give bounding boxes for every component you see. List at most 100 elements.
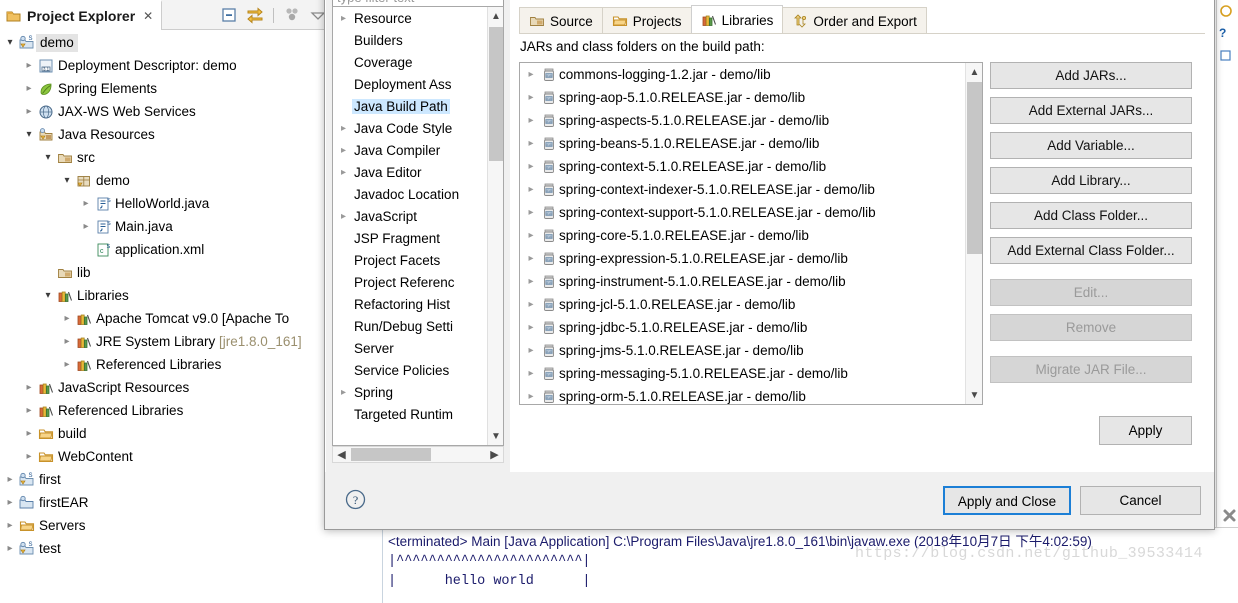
- add-external-jars-button[interactable]: Add External JARs...: [990, 97, 1192, 124]
- scroll-up-icon[interactable]: ▲: [966, 63, 982, 81]
- jar-list-item[interactable]: ▸ 010 spring-jms-5.1.0.RELEASE.jar - demo/…: [520, 339, 966, 362]
- jar-list-item[interactable]: ▸ 010 spring-messaging-5.1.0.RELEASE.jar -…: [520, 362, 966, 385]
- jar-list-item[interactable]: ▸ 010 spring-core-5.1.0.RELEASE.jar - demo…: [520, 224, 966, 247]
- tree-item[interactable]: c Sapplication.xml: [0, 238, 330, 261]
- cancel-button[interactable]: Cancel: [1080, 486, 1201, 515]
- tree-item[interactable]: ▸ firstEAR: [0, 491, 330, 514]
- add-variable-button[interactable]: Add Variable...: [990, 132, 1192, 159]
- tree-item[interactable]: ▸ 3.1 Deployment Descriptor: demo: [0, 54, 330, 77]
- tab-libraries[interactable]: Libraries: [690, 5, 784, 34]
- nav-item[interactable]: Service Policies: [333, 359, 488, 381]
- scroll-right-icon[interactable]: ▶: [486, 447, 503, 462]
- nav-horizontal-scrollbar[interactable]: ◀ ▶: [332, 446, 504, 463]
- svg-text:010: 010: [546, 234, 552, 238]
- nav-item[interactable]: Builders: [333, 29, 488, 51]
- add-external-class-folder-button[interactable]: Add External Class Folder...: [990, 237, 1192, 264]
- tree-item[interactable]: ▸ JRE System Library [jre1.8.0_161]: [0, 330, 330, 353]
- jar-list-item[interactable]: ▸ 010 spring-aop-5.1.0.RELEASE.jar - demo/…: [520, 86, 966, 109]
- tree-item[interactable]: ▸ JAX-WS Web Services: [0, 100, 330, 123]
- scroll-down-icon[interactable]: ▼: [966, 386, 982, 404]
- nav-vertical-scrollbar[interactable]: ▲ ▼: [487, 7, 503, 445]
- jar-list-item[interactable]: ▸ 010 spring-instrument-5.1.0.RELEASE.jar …: [520, 270, 966, 293]
- tree-item[interactable]: lib: [0, 261, 330, 284]
- tab-source[interactable]: Source: [519, 7, 603, 34]
- question-mark-icon[interactable]: ?: [345, 489, 366, 510]
- tree-item-label: demo: [96, 173, 130, 188]
- nav-item[interactable]: Java Build Path: [333, 95, 488, 117]
- jar-vertical-scrollbar[interactable]: ▲ ▼: [965, 63, 982, 404]
- tree-item[interactable]: ▸ Servers: [0, 514, 330, 537]
- nav-item[interactable]: Javadoc Location: [333, 183, 488, 205]
- jar-list-item[interactable]: ▸ 010 spring-orm-5.1.0.RELEASE.jar - demo/…: [520, 385, 966, 404]
- close-icon[interactable]: ✕: [143, 9, 153, 23]
- tree-item[interactable]: ▸ Sfirst: [0, 468, 330, 491]
- jar-list-item[interactable]: ▸ 010 spring-context-support-5.1.0.RELEASE…: [520, 201, 966, 224]
- nav-item[interactable]: Targeted Runtim: [333, 403, 488, 425]
- jar-list-item[interactable]: ▸ 010 commons-logging-1.2.jar - demo/lib: [520, 63, 966, 86]
- scroll-left-icon[interactable]: ◀: [333, 447, 350, 462]
- tree-item[interactable]: ▸ Referenced Libraries: [0, 399, 330, 422]
- nav-item[interactable]: Project Facets: [333, 249, 488, 271]
- jar-list-item[interactable]: ▸ 010 spring-jcl-5.1.0.RELEASE.jar - demo/…: [520, 293, 966, 316]
- collapse-all-icon[interactable]: [219, 5, 239, 25]
- apply-and-close-button[interactable]: Apply and Close: [943, 486, 1071, 515]
- jar-list-item[interactable]: ▸ 010 spring-beans-5.1.0.RELEASE.jar - dem…: [520, 132, 966, 155]
- jar-list-item[interactable]: ▸ 010 spring-expression-5.1.0.RELEASE.jar …: [520, 247, 966, 270]
- nav-item[interactable]: ▸ Spring: [333, 381, 488, 403]
- project-explorer-tree[interactable]: ▾ Sdemo ▸ 3.1 Deployment Descriptor: demo ▸ Sp…: [0, 31, 330, 603]
- nav-item[interactable]: ▸ Java Code Style: [333, 117, 488, 139]
- tab-projects[interactable]: Projects: [601, 7, 692, 34]
- nav-item[interactable]: Refactoring Hist: [333, 293, 488, 315]
- tree-item[interactable]: ▾ demo: [0, 169, 330, 192]
- nav-scroll-thumb[interactable]: [489, 27, 503, 161]
- source-folder-icon: [529, 13, 545, 29]
- tree-item[interactable]: ▾ Sdemo: [0, 31, 330, 54]
- jar-list-item[interactable]: ▸ 010 spring-context-5.1.0.RELEASE.jar - d…: [520, 155, 966, 178]
- view-menu-icon[interactable]: [282, 5, 302, 25]
- nav-item[interactable]: ▸ JavaScript: [333, 205, 488, 227]
- nav-item[interactable]: Coverage: [333, 51, 488, 73]
- add-library-button[interactable]: Add Library...: [990, 167, 1192, 194]
- tree-item[interactable]: ▸ Stest: [0, 537, 330, 560]
- nav-hscroll-thumb[interactable]: [351, 448, 431, 461]
- tree-item[interactable]: ▾ src: [0, 146, 330, 169]
- nav-item[interactable]: Deployment Ass: [333, 73, 488, 95]
- tree-item[interactable]: ▸ build: [0, 422, 330, 445]
- close-icon[interactable]: [1222, 508, 1237, 523]
- tree-item[interactable]: ▸ Apache Tomcat v9.0 [Apache To: [0, 307, 330, 330]
- scroll-down-icon[interactable]: ▼: [488, 427, 503, 445]
- console-view: <terminated> Main [Java Application] C:\…: [330, 527, 1238, 603]
- tree-item[interactable]: ▸ JavaScript Resources: [0, 376, 330, 399]
- tree-item[interactable]: ▸ Referenced Libraries: [0, 353, 330, 376]
- tree-item-label: JAX-WS Web Services: [58, 104, 196, 119]
- tree-item[interactable]: ▾ Java Resources: [0, 123, 330, 146]
- nav-item[interactable]: ▸ Java Compiler: [333, 139, 488, 161]
- nav-item[interactable]: ▸ Resource: [333, 7, 488, 29]
- tree-item[interactable]: ▸ S HelloWorld.java: [0, 192, 330, 215]
- tree-item[interactable]: ▸ S Main.java: [0, 215, 330, 238]
- tab-order-and-export[interactable]: Order and Export: [782, 7, 927, 34]
- tree-item-label: HelloWorld.java: [115, 196, 210, 211]
- jar-scroll-thumb[interactable]: [967, 82, 982, 254]
- apply-button[interactable]: Apply: [1099, 416, 1192, 445]
- scroll-up-icon[interactable]: ▲: [488, 7, 503, 25]
- jar-list-item[interactable]: ▸ 010 spring-context-indexer-5.1.0.RELEASE…: [520, 178, 966, 201]
- nav-item[interactable]: JSP Fragment: [333, 227, 488, 249]
- jar-list-item[interactable]: ▸ 010 spring-jdbc-5.1.0.RELEASE.jar - demo…: [520, 316, 966, 339]
- add-class-folder-button[interactable]: Add Class Folder...: [990, 202, 1192, 229]
- link-with-editor-icon[interactable]: [245, 5, 265, 25]
- add-jars-button[interactable]: Add JARs...: [990, 62, 1192, 89]
- tree-item-label: Referenced Libraries: [58, 403, 184, 418]
- tree-item[interactable]: ▸ WebContent: [0, 445, 330, 468]
- jar-list-item[interactable]: ▸ 010 spring-aspects-5.1.0.RELEASE.jar - d…: [520, 109, 966, 132]
- nav-item[interactable]: Run/Debug Setti: [333, 315, 488, 337]
- nav-item[interactable]: ▸ Java Editor: [333, 161, 488, 183]
- tab-project-explorer[interactable]: Project Explorer ✕: [0, 0, 163, 30]
- tree-item[interactable]: ▸ Spring Elements: [0, 77, 330, 100]
- dialog-nav-tree[interactable]: ▸ Resource Builders Coverage Deployment Ass J…: [332, 6, 504, 446]
- nav-item[interactable]: Project Referenc: [333, 271, 488, 293]
- nav-item[interactable]: Server: [333, 337, 488, 359]
- jar-list-box[interactable]: ▸ 010 commons-logging-1.2.jar - demo/lib ▸ 0…: [519, 62, 983, 405]
- build-path-tabs: Source Projects Libraries Order and Export: [519, 5, 927, 34]
- tree-item[interactable]: ▾ Libraries: [0, 284, 330, 307]
